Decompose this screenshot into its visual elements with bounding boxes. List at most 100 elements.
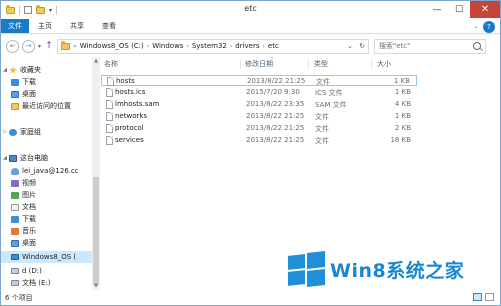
column-divider[interactable] bbox=[308, 59, 309, 69]
column-header-size[interactable]: 大小 bbox=[377, 59, 391, 69]
expand-ribbon-chevron-icon[interactable]: ⌄ bbox=[469, 19, 483, 33]
search-icon[interactable] bbox=[473, 41, 482, 50]
desktop-icon bbox=[11, 90, 19, 98]
scrollbar-thumb[interactable] bbox=[93, 177, 99, 285]
tab-home[interactable]: 主页 bbox=[29, 19, 61, 33]
minimize-button[interactable]: — bbox=[426, 1, 448, 18]
music-icon bbox=[11, 227, 19, 235]
breadcrumb-separator[interactable]: › bbox=[230, 43, 232, 50]
close-button[interactable]: ✕ bbox=[470, 1, 500, 18]
nav-item-drive-c[interactable]: Windows8_OS ( bbox=[1, 251, 92, 263]
nav-item-videos[interactable]: 视频 bbox=[11, 177, 36, 189]
breadcrumb-drive[interactable]: Windows8_OS (C:) bbox=[80, 42, 144, 50]
properties-icon[interactable] bbox=[24, 6, 32, 14]
file-row[interactable]: protocol 2013/8/22 21:25 文件 2 KB bbox=[101, 123, 417, 134]
address-history-chevron-icon[interactable]: ⌄ bbox=[344, 42, 356, 50]
scroll-down-arrow-icon[interactable]: ▼ bbox=[92, 282, 100, 290]
nav-favorites[interactable]: ◢ 收藏夹 bbox=[1, 64, 92, 76]
tab-view[interactable]: 查看 bbox=[93, 19, 125, 33]
forward-button[interactable]: → bbox=[22, 39, 35, 53]
nav-item-label: 下载 bbox=[22, 78, 36, 86]
title-bar: ▾ etc — ☐ ✕ bbox=[1, 1, 500, 19]
nav-homegroup[interactable]: ▷ 家庭组 bbox=[1, 126, 41, 138]
star-icon bbox=[9, 66, 17, 74]
tab-share[interactable]: 共享 bbox=[61, 19, 93, 33]
nav-item-drive-d[interactable]: d (D:) bbox=[11, 265, 42, 277]
nav-item-pictures[interactable]: 图片 bbox=[11, 189, 36, 201]
new-folder-icon[interactable] bbox=[36, 4, 45, 14]
expand-chevron-icon[interactable]: ▷ bbox=[1, 129, 9, 135]
file-type: 文件 bbox=[316, 78, 330, 86]
drive-icon bbox=[11, 280, 19, 286]
refresh-button[interactable]: ↻ bbox=[356, 42, 368, 50]
drive-icon bbox=[11, 268, 19, 274]
details-view-icon[interactable] bbox=[473, 293, 482, 301]
file-row[interactable]: hosts 2013/8/22 21:25 文件 1 KB bbox=[101, 75, 417, 86]
file-type: 文件 bbox=[315, 137, 329, 145]
file-name: protocol bbox=[115, 124, 144, 132]
navigation-pane: ◢ 收藏夹 下载 桌面 最近访问的位置 ▷ 家庭组 ◢ 这台电脑 lei_jav… bbox=[1, 57, 92, 290]
nav-item-label: 桌面 bbox=[22, 90, 36, 98]
file-type: 文件 bbox=[315, 125, 329, 133]
nav-item-label: lei_java@126.cc bbox=[22, 167, 79, 175]
nav-this-pc[interactable]: ◢ 这台电脑 bbox=[1, 152, 48, 164]
address-overflow[interactable]: « bbox=[73, 43, 77, 50]
nav-this-pc-label: 这台电脑 bbox=[20, 154, 48, 162]
file-row[interactable]: services 2013/8/22 21:25 文件 18 KB bbox=[101, 135, 417, 146]
nav-item-downloads[interactable]: 下载 bbox=[11, 76, 36, 88]
column-header-date[interactable]: 修改日期 bbox=[245, 59, 273, 69]
file-row[interactable]: hosts.ics 2015/7/20 9:30 ICS 文件 1 KB bbox=[101, 87, 417, 98]
column-header-type[interactable]: 类型 bbox=[314, 59, 328, 69]
column-divider[interactable] bbox=[371, 59, 372, 69]
back-button[interactable]: ← bbox=[6, 39, 19, 53]
nav-item-downloads-pc[interactable]: 下载 bbox=[11, 213, 36, 225]
nav-item-recent[interactable]: 最近访问的位置 bbox=[11, 100, 71, 112]
folder-icon bbox=[61, 40, 71, 50]
up-button[interactable]: ↑ bbox=[44, 41, 54, 51]
file-icon bbox=[107, 77, 114, 86]
file-row[interactable]: lmhosts.sam 2013/8/22 23:35 SAM 文件 4 KB bbox=[101, 99, 417, 110]
recent-places-icon bbox=[11, 102, 19, 110]
navigation-pane-scrollbar[interactable]: ▲ ▼ bbox=[92, 57, 100, 290]
nav-item-user-folder[interactable]: lei_java@126.cc bbox=[11, 165, 79, 177]
search-input[interactable] bbox=[379, 42, 475, 50]
scroll-up-arrow-icon[interactable]: ▲ bbox=[92, 57, 100, 65]
window-controls: — ☐ ✕ bbox=[426, 1, 500, 18]
nav-item-music[interactable]: 音乐 bbox=[11, 225, 36, 237]
nav-item-label: 下载 bbox=[22, 215, 36, 223]
tab-file[interactable]: 文件 bbox=[1, 19, 29, 33]
customize-toolbar-chevron-icon[interactable]: ▾ bbox=[49, 7, 52, 14]
breadcrumb-separator[interactable]: › bbox=[186, 43, 188, 50]
nav-item-desktop-pc[interactable]: 桌面 bbox=[11, 237, 36, 249]
breadcrumb-separator[interactable]: › bbox=[263, 43, 265, 50]
recent-locations-chevron-icon[interactable]: ▾ bbox=[38, 43, 41, 50]
file-row[interactable]: networks 2013/8/22 21:25 文件 1 KB bbox=[101, 111, 417, 122]
nav-item-label: 文档 bbox=[22, 203, 36, 211]
large-icons-view-icon[interactable] bbox=[485, 293, 494, 301]
nav-item-drive-e[interactable]: 文档 (E:) bbox=[11, 277, 50, 289]
nav-item-label: 桌面 bbox=[22, 239, 36, 247]
nav-item-label: 音乐 bbox=[22, 227, 36, 235]
nav-favorites-label: 收藏夹 bbox=[20, 66, 41, 74]
file-icon bbox=[106, 124, 113, 133]
maximize-button[interactable]: ☐ bbox=[448, 1, 470, 18]
column-header-name[interactable]: 名称 bbox=[104, 59, 118, 69]
breadcrumb-drivers[interactable]: drivers bbox=[235, 42, 259, 50]
help-button[interactable]: ? bbox=[483, 20, 495, 33]
nav-item-label: 文档 (E:) bbox=[22, 279, 51, 287]
breadcrumb-system32[interactable]: System32 bbox=[192, 42, 227, 50]
homegroup-icon bbox=[9, 128, 17, 136]
collapse-chevron-icon[interactable]: ◢ bbox=[1, 155, 9, 161]
nav-item-desktop[interactable]: 桌面 bbox=[11, 88, 36, 100]
site-watermark: Win8系统之家 bbox=[288, 251, 464, 288]
collapse-chevron-icon[interactable]: ◢ bbox=[1, 67, 9, 73]
file-date: 2013/8/22 21:25 bbox=[246, 136, 305, 144]
breadcrumb-etc[interactable]: etc bbox=[268, 42, 279, 50]
toolbar-separator bbox=[19, 5, 20, 15]
breadcrumb-separator[interactable]: › bbox=[147, 43, 149, 50]
file-size: 1 KB bbox=[393, 77, 410, 85]
address-bar[interactable]: « Windows8_OS (C:) › Windows › System32 … bbox=[57, 38, 370, 54]
column-divider[interactable] bbox=[240, 59, 241, 69]
breadcrumb-windows[interactable]: Windows bbox=[152, 42, 183, 50]
nav-item-documents[interactable]: 文档 bbox=[11, 201, 36, 213]
